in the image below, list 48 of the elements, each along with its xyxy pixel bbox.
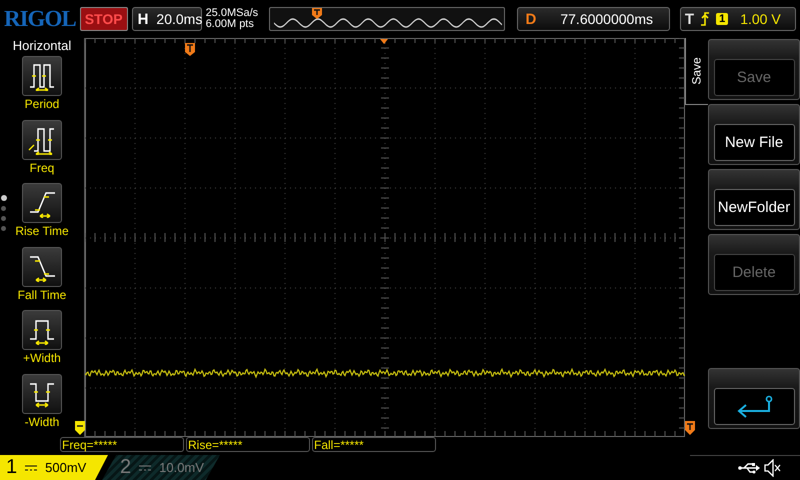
channel-scale: 500mV — [45, 460, 86, 475]
timebase-label: H — [136, 10, 150, 28]
trigger-label: T — [684, 10, 694, 28]
softkey-button[interactable]: NewFolder — [714, 189, 794, 226]
trigger-channel-badge: 1 — [716, 13, 728, 25]
trigger-panel[interactable]: T 1 1.00 V — [680, 7, 796, 31]
trigger-position-marker-icon — [185, 43, 195, 56]
measure-label: -Width — [24, 414, 60, 430]
speaker-muted-icon — [764, 459, 782, 477]
channel-scale: 10.0mV — [159, 460, 204, 475]
measure-label: Rise Time — [15, 223, 69, 239]
measurement-readout: Freq=***** — [60, 437, 184, 452]
measure-button[interactable] — [22, 56, 62, 96]
delay-value: 77.6000000ms — [559, 11, 653, 27]
measure-button[interactable] — [22, 246, 62, 286]
page-indicator — [1, 195, 7, 231]
delay-panel[interactable]: D 77.6000000ms — [516, 7, 670, 31]
trigger-level: 1.00 V — [740, 11, 781, 27]
measure-label: Freq — [30, 160, 54, 176]
softkey-button[interactable]: New File — [714, 124, 794, 161]
usb-icon — [738, 462, 760, 474]
measure-label: +Width — [23, 350, 61, 366]
measure-label: Period — [24, 96, 60, 112]
back-button[interactable] — [714, 388, 794, 425]
timebase-panel[interactable]: H 20.0ms — [132, 7, 202, 31]
memory-depth: 6.00M pts — [206, 19, 255, 30]
rising-edge-icon — [700, 12, 710, 26]
delay-label: D — [524, 10, 538, 28]
dc-coupling-icon — [25, 464, 38, 470]
timebase-value: 20.0ms — [155, 11, 202, 27]
measure-button[interactable] — [22, 120, 62, 160]
menu-title: Horizontal — [12, 38, 72, 53]
dc-coupling-icon — [139, 464, 152, 470]
channel-number: 2 — [120, 456, 132, 479]
channel-level-marker-icon — [75, 421, 85, 435]
menu-title: Save — [690, 57, 704, 85]
channel-number: 1 — [6, 456, 18, 479]
measure-button[interactable] — [22, 183, 62, 223]
measure-button[interactable] — [22, 310, 62, 350]
channel-tab[interactable]: 1 500mV — [0, 455, 108, 480]
center-marker-icon — [380, 39, 388, 44]
measurement-readout: Rise=***** — [186, 437, 310, 452]
measure-label: Fall Time — [18, 286, 66, 302]
brand-logo: RIGOL — [4, 6, 76, 32]
measure-button[interactable] — [22, 374, 62, 414]
trigger-level-marker-icon — [685, 421, 695, 435]
sample-rate: 25.0MSa/s — [206, 8, 260, 19]
measurement-readout: Fall=***** — [312, 437, 436, 452]
